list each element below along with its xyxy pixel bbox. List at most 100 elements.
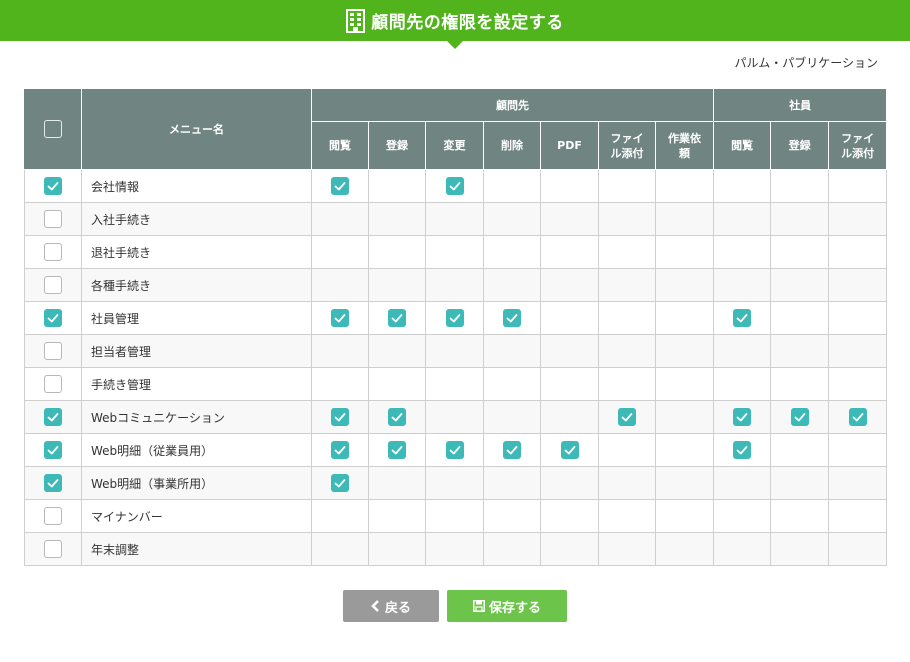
client-permission-cell[interactable] (425, 367, 484, 401)
employee-permission-cell[interactable] (828, 301, 888, 335)
row-select-checkbox[interactable] (44, 441, 62, 459)
employee-permission-cell[interactable] (770, 367, 830, 401)
client-permission-cell[interactable] (483, 367, 541, 401)
client-permission-checkbox[interactable] (331, 474, 349, 492)
employee-permission-cell[interactable] (828, 433, 888, 467)
client-permission-cell[interactable] (425, 202, 484, 236)
client-permission-cell[interactable] (540, 400, 599, 434)
employee-permission-cell[interactable] (713, 334, 772, 368)
client-permission-cell[interactable] (368, 235, 426, 269)
client-permission-cell[interactable] (368, 169, 426, 203)
client-permission-cell[interactable] (654, 499, 715, 533)
client-permission-cell[interactable] (598, 466, 656, 500)
client-permission-cell[interactable] (654, 466, 715, 500)
row-select-checkbox[interactable] (44, 177, 62, 195)
row-select-checkbox[interactable] (44, 342, 62, 360)
client-permission-cell[interactable] (598, 367, 656, 401)
client-permission-cell[interactable] (368, 466, 426, 500)
client-permission-cell[interactable] (540, 466, 599, 500)
client-permission-cell[interactable] (598, 301, 656, 335)
select-all-checkbox[interactable] (44, 120, 62, 138)
employee-permission-cell[interactable] (713, 268, 772, 302)
employee-permission-cell[interactable] (828, 268, 888, 302)
client-permission-checkbox[interactable] (445, 441, 464, 459)
employee-permission-checkbox[interactable] (733, 309, 752, 327)
client-permission-cell[interactable] (483, 532, 541, 566)
client-permission-cell[interactable] (540, 367, 599, 401)
client-permission-checkbox[interactable] (618, 408, 636, 426)
client-permission-cell[interactable] (654, 235, 715, 269)
employee-permission-cell[interactable] (828, 367, 888, 401)
client-permission-cell[interactable] (425, 268, 484, 302)
client-permission-checkbox[interactable] (388, 408, 406, 426)
client-permission-checkbox[interactable] (331, 309, 349, 327)
client-permission-cell[interactable] (598, 202, 656, 236)
save-button[interactable]: 保存する (447, 590, 567, 622)
client-permission-cell[interactable] (311, 268, 369, 302)
client-permission-cell[interactable] (598, 433, 656, 467)
employee-permission-cell[interactable] (770, 334, 830, 368)
back-button[interactable]: 戻る (343, 590, 439, 622)
client-permission-cell[interactable] (540, 202, 599, 236)
employee-permission-cell[interactable] (770, 169, 830, 203)
employee-permission-cell[interactable] (713, 202, 772, 236)
client-permission-cell[interactable] (654, 268, 715, 302)
client-permission-cell[interactable] (368, 367, 426, 401)
client-permission-cell[interactable] (483, 400, 541, 434)
client-permission-cell[interactable] (540, 499, 599, 533)
client-permission-cell[interactable] (425, 334, 484, 368)
employee-permission-checkbox[interactable] (733, 408, 752, 426)
client-permission-cell[interactable] (425, 235, 484, 269)
client-permission-checkbox[interactable] (503, 309, 521, 327)
client-permission-cell[interactable] (368, 499, 426, 533)
employee-permission-cell[interactable] (770, 235, 830, 269)
client-permission-checkbox[interactable] (503, 441, 521, 459)
client-permission-cell[interactable] (311, 367, 369, 401)
client-permission-cell[interactable] (540, 532, 599, 566)
client-permission-cell[interactable] (368, 532, 426, 566)
employee-permission-cell[interactable] (770, 466, 830, 500)
client-permission-checkbox[interactable] (560, 441, 579, 459)
client-permission-cell[interactable] (598, 334, 656, 368)
client-permission-cell[interactable] (654, 202, 715, 236)
employee-permission-cell[interactable] (770, 268, 830, 302)
row-select-checkbox[interactable] (44, 507, 62, 525)
client-permission-cell[interactable] (598, 532, 656, 566)
employee-permission-checkbox[interactable] (733, 441, 752, 459)
employee-permission-cell[interactable] (770, 499, 830, 533)
client-permission-cell[interactable] (311, 235, 369, 269)
client-permission-cell[interactable] (483, 268, 541, 302)
client-permission-cell[interactable] (654, 169, 715, 203)
client-permission-checkbox[interactable] (388, 309, 406, 327)
employee-permission-cell[interactable] (713, 169, 772, 203)
client-permission-cell[interactable] (598, 268, 656, 302)
client-permission-cell[interactable] (368, 334, 426, 368)
client-permission-cell[interactable] (425, 400, 484, 434)
client-permission-cell[interactable] (368, 202, 426, 236)
client-permission-cell[interactable] (425, 532, 484, 566)
client-permission-cell[interactable] (483, 169, 541, 203)
client-permission-checkbox[interactable] (331, 177, 349, 195)
client-permission-cell[interactable] (598, 235, 656, 269)
employee-permission-cell[interactable] (713, 499, 772, 533)
employee-permission-checkbox[interactable] (848, 408, 867, 426)
client-permission-cell[interactable] (654, 301, 715, 335)
client-permission-cell[interactable] (654, 532, 715, 566)
client-permission-cell[interactable] (483, 334, 541, 368)
client-permission-cell[interactable] (654, 433, 715, 467)
client-permission-cell[interactable] (311, 334, 369, 368)
employee-permission-cell[interactable] (770, 202, 830, 236)
client-permission-cell[interactable] (654, 367, 715, 401)
client-permission-cell[interactable] (654, 400, 715, 434)
employee-permission-cell[interactable] (828, 334, 888, 368)
client-permission-cell[interactable] (425, 499, 484, 533)
client-permission-checkbox[interactable] (388, 441, 406, 459)
client-permission-checkbox[interactable] (445, 177, 464, 195)
client-permission-cell[interactable] (598, 169, 656, 203)
row-select-checkbox[interactable] (44, 309, 62, 327)
client-permission-cell[interactable] (368, 268, 426, 302)
client-permission-cell[interactable] (540, 301, 599, 335)
employee-permission-cell[interactable] (770, 532, 830, 566)
employee-permission-cell[interactable] (713, 367, 772, 401)
employee-permission-cell[interactable] (713, 532, 772, 566)
